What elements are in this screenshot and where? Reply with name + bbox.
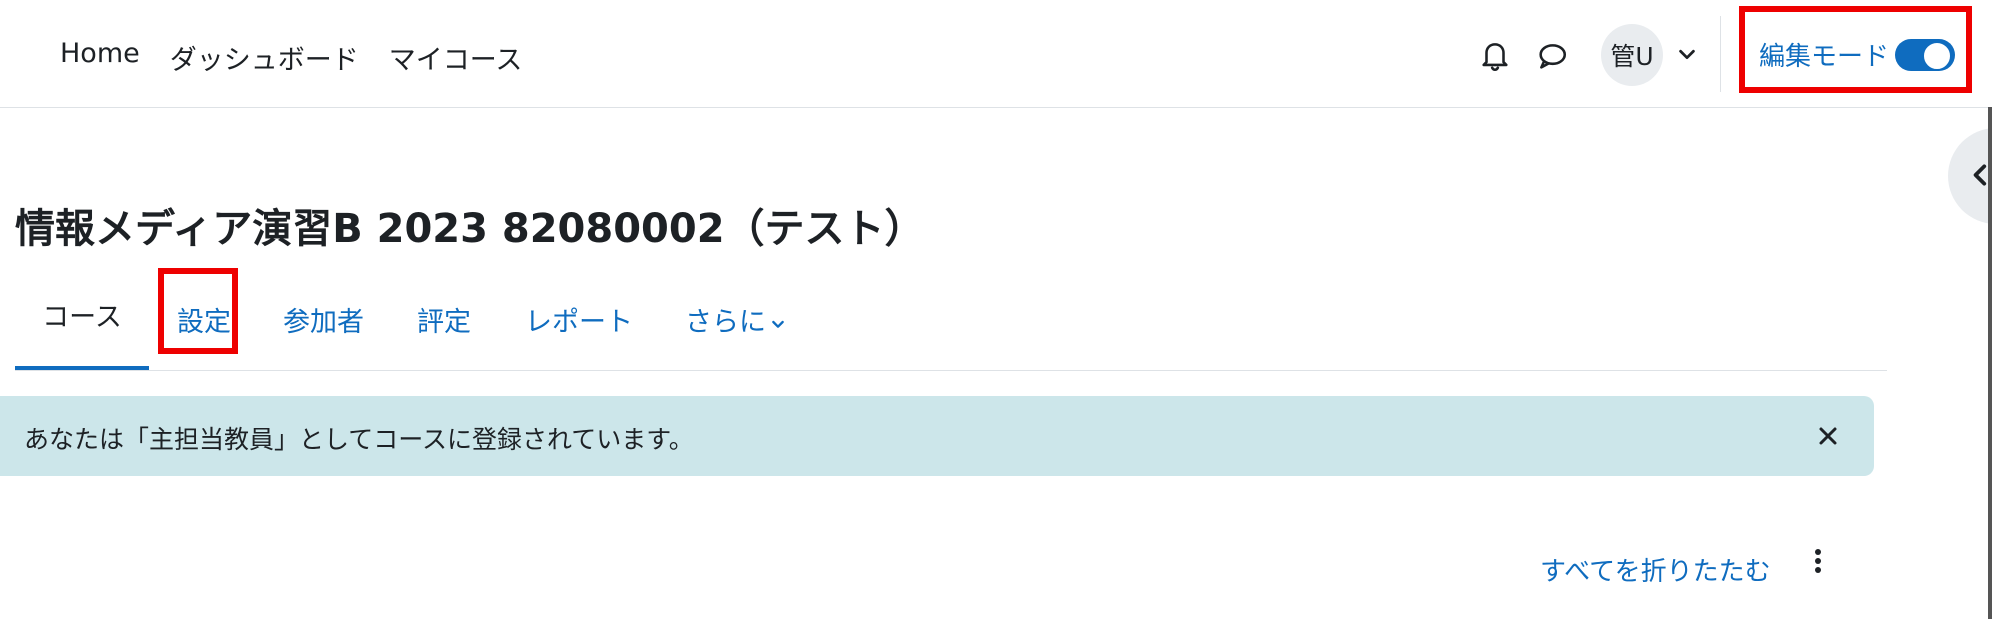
tab-reports[interactable]: レポート bbox=[525, 300, 633, 339]
top-navbar: Home ダッシュボード マイコース 管U 編集モード bbox=[0, 0, 1992, 108]
edit-mode-toggle[interactable] bbox=[1895, 39, 1955, 71]
edit-mode-control: 編集モード bbox=[1739, 6, 1972, 93]
nav-link-home[interactable]: Home bbox=[60, 38, 140, 77]
bell-icon[interactable] bbox=[1478, 38, 1512, 72]
edit-mode-label[interactable]: 編集モード bbox=[1759, 36, 1889, 73]
toggle-knob bbox=[1924, 43, 1950, 69]
chevron-down-icon bbox=[772, 320, 784, 328]
chevron-down-icon[interactable] bbox=[1676, 43, 1698, 65]
user-avatar[interactable]: 管U bbox=[1601, 24, 1663, 86]
tab-settings[interactable]: 設定 bbox=[177, 300, 231, 339]
alert-message: あなたは「主担当教員」としてコースに登録されています。 bbox=[24, 425, 694, 454]
enrolment-alert: あなたは「主担当教員」としてコースに登録されています。 bbox=[0, 396, 1874, 476]
tab-more[interactable]: さらに bbox=[685, 300, 786, 339]
primary-navigation: Home ダッシュボード マイコース bbox=[60, 38, 522, 77]
tab-participants[interactable]: 参加者 bbox=[283, 300, 364, 339]
course-navigation-tabs: コース 設定 参加者 評定 レポート さらに bbox=[15, 268, 1887, 371]
tab-more-label: さらに bbox=[685, 307, 766, 338]
navbar-divider bbox=[1720, 16, 1721, 92]
nav-link-dashboard[interactable]: ダッシュボード bbox=[170, 38, 359, 77]
tab-course[interactable]: コース bbox=[15, 268, 149, 370]
collapse-all-link[interactable]: すべてを折りたたむ bbox=[1540, 551, 1771, 588]
window-edge bbox=[1988, 107, 1992, 619]
tab-grades[interactable]: 評定 bbox=[417, 300, 471, 339]
page-title: 情報メディア演習B 2023 82080002（テスト） bbox=[15, 206, 925, 252]
nav-link-my-courses[interactable]: マイコース bbox=[389, 38, 523, 77]
kebab-icon[interactable] bbox=[1808, 547, 1828, 581]
close-icon[interactable] bbox=[1816, 424, 1840, 448]
block-drawer-toggle[interactable] bbox=[1948, 128, 1992, 224]
chat-icon[interactable] bbox=[1535, 39, 1569, 73]
